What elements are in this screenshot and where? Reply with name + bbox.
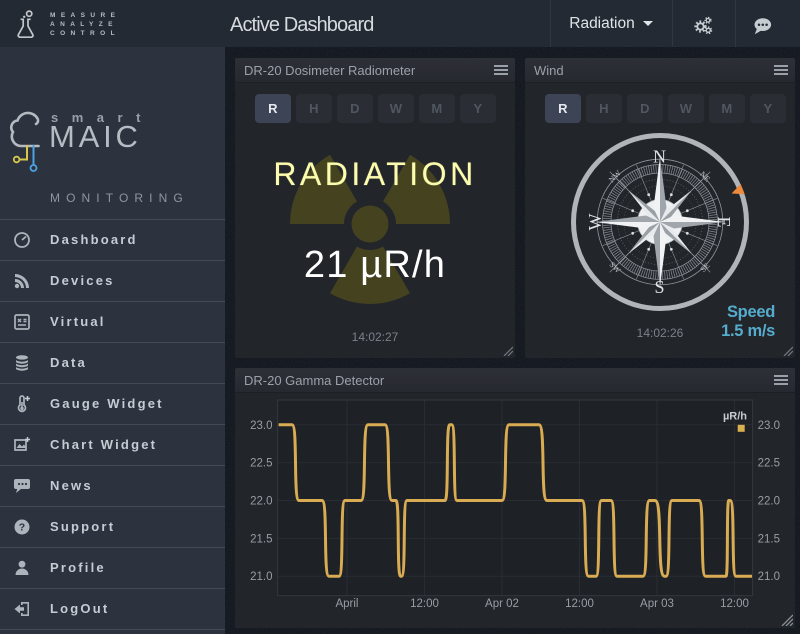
svg-text:12:00: 12:00 [720,598,749,610]
svg-text:NW: NW [607,168,623,184]
svg-text:12:00: 12:00 [410,598,439,610]
svg-text:Apr 03: Apr 03 [640,598,674,610]
svg-text:23.0: 23.0 [250,420,272,432]
svg-text:?: ? [19,522,25,534]
svg-text:E: E [714,217,734,228]
svg-text:21.5: 21.5 [758,533,780,545]
svg-text:12:00: 12:00 [565,598,594,610]
svg-text:22.0: 22.0 [758,496,780,508]
svg-text:N: N [653,147,666,167]
svg-text:22.5: 22.5 [758,458,780,470]
svg-text:µR/h: µR/h [723,411,747,423]
svg-text:April: April [335,598,358,610]
svg-text:21.0: 21.0 [250,571,272,583]
svg-text:21.0: 21.0 [758,571,780,583]
svg-text:Apr 02: Apr 02 [485,598,519,610]
svg-text:23.0: 23.0 [758,420,780,432]
svg-text:W: W [585,214,605,231]
svg-text:21.5: 21.5 [250,533,272,545]
svg-text:22.0: 22.0 [250,496,272,508]
svg-text:S: S [654,277,664,297]
svg-text:22.5: 22.5 [250,458,272,470]
